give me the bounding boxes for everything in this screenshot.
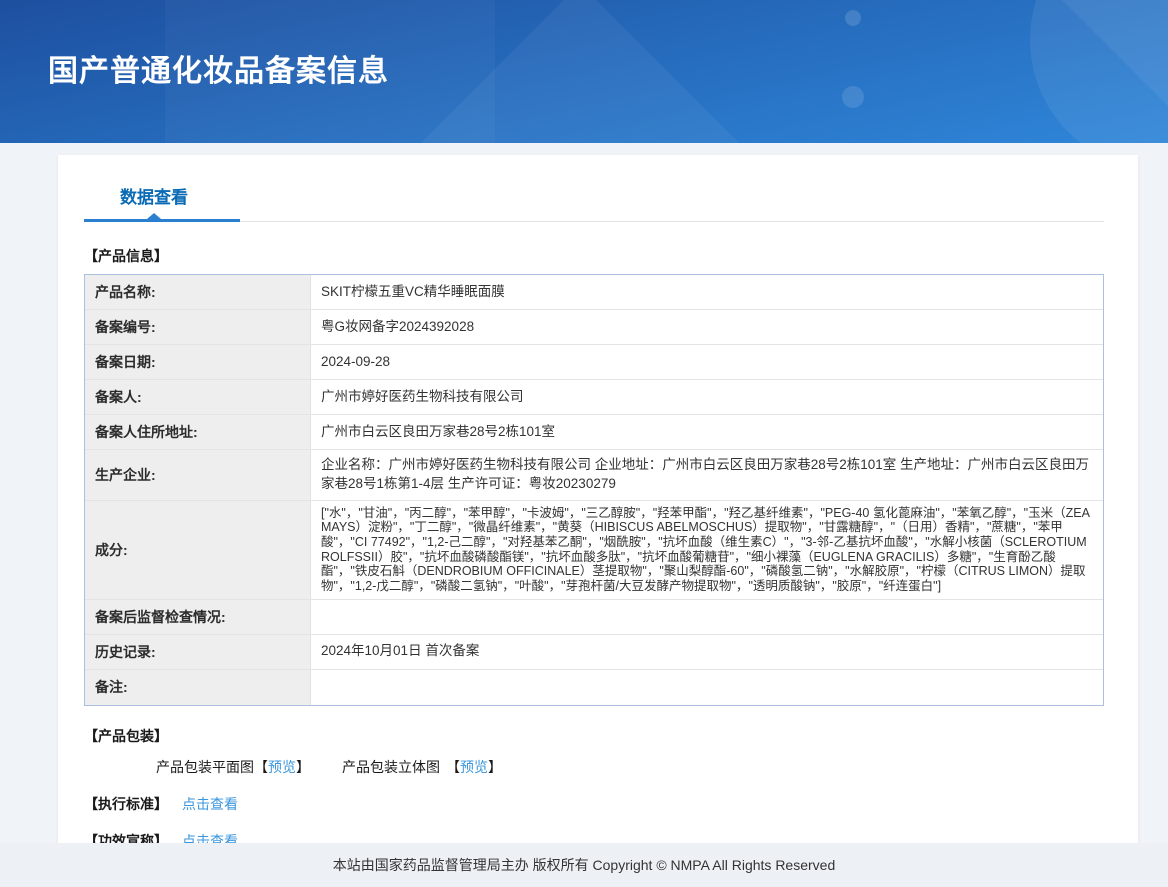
- field-label: 备注:: [85, 669, 311, 705]
- field-label: 备案后监督检查情况:: [85, 599, 311, 634]
- field-label: 备案人住所地址:: [85, 415, 311, 449]
- tab-data-view[interactable]: 数据查看: [120, 183, 188, 208]
- standards-view-link[interactable]: 点击查看: [182, 794, 238, 814]
- field-value: 2024-09-28: [321, 353, 391, 369]
- page-header: 国产普通化妆品备案信息: [0, 0, 1168, 143]
- field-value: SKIT柠檬五重VC精华睡眠面膜: [321, 283, 505, 299]
- page-title: 国产普通化妆品备案信息: [48, 55, 389, 88]
- field-value: 广州市婷好医药生物科技有限公司: [321, 388, 524, 404]
- header-decor-glow: [1030, 0, 1168, 143]
- field-value: ["水"，"甘油"，"丙二醇"，"苯甲醇"，"卡波姆"，"三乙醇胺"，"羟苯甲酯…: [321, 505, 1090, 593]
- table-row-supervision-check: 备案后监督检查情况:: [85, 599, 1103, 635]
- main-area: 数据查看 【产品信息】 产品名称: SKIT柠檬五重VC精华睡眠面膜 备案编号:…: [0, 143, 1168, 881]
- packaging-flat-label: 产品包装平面图: [156, 758, 254, 775]
- packaging-stereo-preview-link[interactable]: 预览: [460, 757, 488, 777]
- field-value: 2024年10月01日 首次备案: [321, 643, 480, 659]
- field-label: 备案编号:: [85, 310, 311, 344]
- field-value: [311, 611, 1103, 623]
- packaging-flat-group: 产品包装平面图 【 预览 】: [156, 757, 310, 777]
- table-row-registrant: 备案人: 广州市婷好医药生物科技有限公司: [85, 380, 1103, 415]
- table-row-registrant-address: 备案人住所地址: 广州市白云区良田万家巷28号2栋101室: [85, 415, 1103, 450]
- content-card: 数据查看 【产品信息】 产品名称: SKIT柠檬五重VC精华睡眠面膜 备案编号:…: [58, 155, 1138, 881]
- left-bracket: 【: [254, 758, 268, 775]
- section-title-product-info: 【产品信息】: [84, 248, 168, 264]
- page-footer: 本站由国家药品监督管理局主办 版权所有 Copyright © NMPA All…: [0, 843, 1168, 887]
- right-bracket: 】: [488, 758, 502, 775]
- product-info-table: 产品名称: SKIT柠檬五重VC精华睡眠面膜 备案编号: 粤G妆网备字20243…: [84, 274, 1104, 706]
- section-title-packaging: 【产品包装】: [84, 727, 168, 744]
- standards-row: 【执行标准】 点击查看: [84, 794, 1138, 814]
- table-row-remarks: 备注:: [85, 669, 1103, 705]
- packaging-flat-preview-link[interactable]: 预览: [268, 757, 296, 777]
- packaging-stereo-group: 产品包装立体图 【 预览 】: [342, 757, 502, 777]
- field-value: 粤G妆网备字2024392028: [321, 318, 475, 334]
- packaging-stereo-label: 产品包装立体图: [342, 758, 440, 775]
- field-label: 历史记录:: [85, 634, 311, 669]
- section-title-standards: 【执行标准】: [84, 795, 168, 812]
- tab-active-indicator: [84, 213, 240, 222]
- table-row-filing-date: 备案日期: 2024-09-28: [85, 345, 1103, 380]
- table-row-manufacturer: 生产企业: 企业名称：广州市婷好医药生物科技有限公司 企业地址：广州市白云区良田…: [85, 450, 1103, 501]
- field-label: 备案日期:: [85, 345, 311, 379]
- field-label: 生产企业:: [85, 450, 311, 500]
- footer-copyright-text: 本站由国家药品监督管理局主办 版权所有 Copyright © NMPA All…: [332, 857, 836, 873]
- tab-underline: [84, 213, 1104, 222]
- header-decor-dot-2: [842, 86, 864, 108]
- field-value: [311, 681, 1103, 693]
- right-bracket: 】: [296, 758, 310, 775]
- table-row-history: 历史记录: 2024年10月01日 首次备案: [85, 634, 1103, 670]
- left-bracket: 【: [446, 758, 460, 775]
- table-row-product-name: 产品名称: SKIT柠檬五重VC精华睡眠面膜: [85, 275, 1103, 310]
- table-row-filing-number: 备案编号: 粤G妆网备字2024392028: [85, 310, 1103, 345]
- field-label: 产品名称:: [85, 275, 311, 309]
- field-value: 企业名称：广州市婷好医药生物科技有限公司 企业地址：广州市白云区良田万家巷28号…: [321, 457, 1090, 491]
- header-decor-dot: [845, 10, 861, 26]
- field-value: 广州市白云区良田万家巷28号2栋101室: [321, 423, 556, 439]
- tab-active-arrow-icon: [147, 213, 161, 219]
- packaging-row: 产品包装平面图 【 预览 】 产品包装立体图 【 预览 】: [84, 757, 1138, 777]
- tab-divider-line: [240, 221, 1104, 222]
- field-label: 备案人:: [85, 380, 311, 414]
- field-label: 成分:: [85, 500, 311, 599]
- table-row-ingredients: 成分: ["水"，"甘油"，"丙二醇"，"苯甲醇"，"卡波姆"，"三乙醇胺"，"…: [85, 500, 1103, 600]
